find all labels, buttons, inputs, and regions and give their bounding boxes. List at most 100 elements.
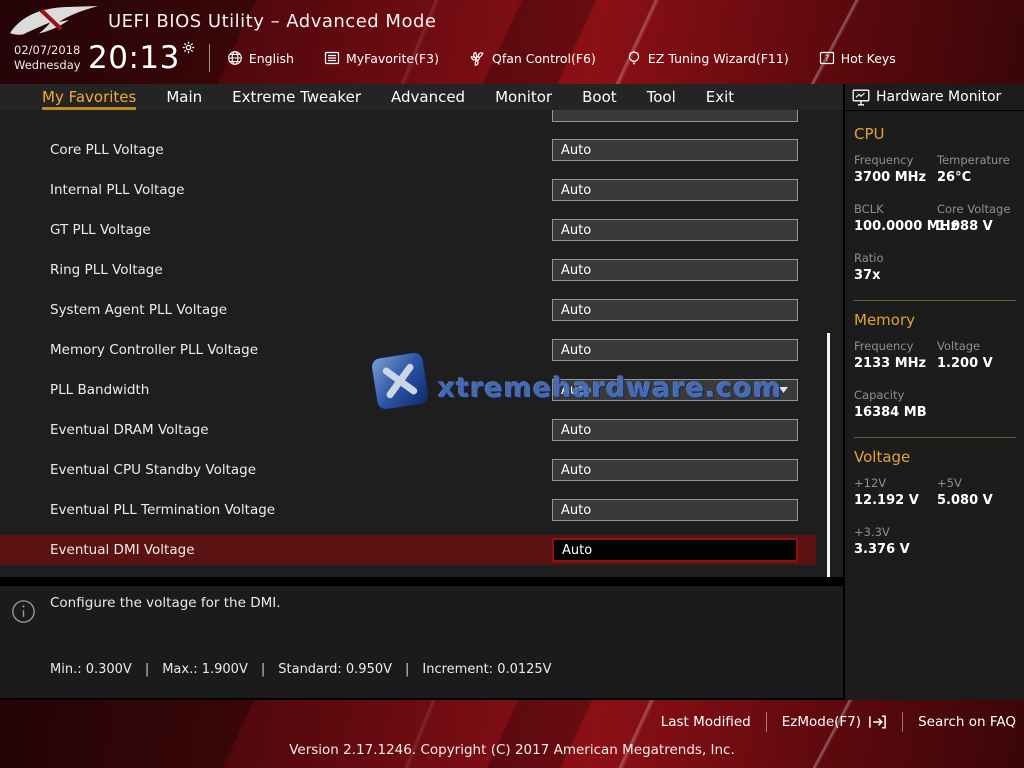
setting-row-eventual-dram-voltage[interactable]: Eventual DRAM VoltageAuto xyxy=(0,410,843,450)
setting-value: Auto xyxy=(561,343,591,358)
separator: | xyxy=(405,662,409,677)
setting-row-pll-bandwidth[interactable]: PLL BandwidthAuto xyxy=(0,370,843,410)
header-toolbar: English MyFavorite(F3) Qfan Control(F6) EZ … xyxy=(227,50,896,67)
hw-sections: CPUFrequency3700 MHzTemperature26°CBCLK1… xyxy=(845,111,1024,557)
settings-list: Core PLL VoltageAutoInternal PLL Voltage… xyxy=(0,110,843,570)
hw-field-value: 37x xyxy=(854,268,937,283)
hw-field-value: 12.192 V xyxy=(854,493,937,508)
hw-field-label: +3.3V xyxy=(854,525,937,539)
tab-label: Exit xyxy=(706,88,734,106)
hw-field-ratio: Ratio 37x xyxy=(854,251,937,283)
setting-input[interactable]: Auto xyxy=(552,499,798,521)
header: UEFI BIOS Utility – Advanced Mode 02/07/… xyxy=(0,0,1024,84)
footer: Last ModifiedEzMode(F7)Search on FAQ Ver… xyxy=(0,700,1024,768)
setting-input[interactable]: Auto xyxy=(552,219,798,241)
toolbar-item-ez-tuning-wizard-f11[interactable]: EZ Tuning Wizard(F11) xyxy=(626,50,789,67)
footer-item-last-modified[interactable]: Last Modified xyxy=(661,714,751,730)
toolbar-item-myfavorite-f3[interactable]: MyFavorite(F3) xyxy=(324,50,439,66)
hw-field-label: Temperature xyxy=(937,153,1016,167)
tab-advanced[interactable]: Advanced xyxy=(391,84,465,110)
tab-label: Advanced xyxy=(391,88,465,106)
section-divider xyxy=(854,300,1016,301)
setting-value: Auto xyxy=(562,543,592,558)
setting-value: Auto xyxy=(561,503,591,518)
tab-my-favorites[interactable]: My Favorites xyxy=(42,84,136,110)
toolbar-item-label: English xyxy=(249,51,294,66)
setting-input[interactable]: Auto xyxy=(552,538,798,562)
setting-input[interactable]: Auto xyxy=(552,419,798,441)
bios-title: UEFI BIOS Utility – Advanced Mode xyxy=(108,11,436,32)
tab-main[interactable]: Main xyxy=(166,84,202,110)
setting-value: Auto xyxy=(561,263,591,278)
hw-field-frequency: Frequency2133 MHz xyxy=(854,339,937,371)
setting-row-eventual-pll-termination-voltage[interactable]: Eventual PLL Termination Voltage Auto xyxy=(0,490,843,530)
setting-dropdown[interactable]: Auto xyxy=(552,379,798,401)
hw-field-label: Frequency xyxy=(854,153,937,167)
toolbar-item-label: Hot Keys xyxy=(841,51,896,66)
setting-label: Eventual PLL Termination Voltage xyxy=(50,502,275,518)
setting-row-gt-pll-voltage[interactable]: GT PLL Voltage Auto xyxy=(0,210,843,250)
toolbar-item-english[interactable]: English xyxy=(227,50,294,66)
section-divider xyxy=(854,437,1016,438)
footer-item-ezmode-f7[interactable]: EzMode(F7) xyxy=(782,714,887,730)
hardware-monitor-panel: Hardware Monitor CPU Frequency 3700 MHzTem… xyxy=(845,84,1024,700)
tab-exit[interactable]: Exit xyxy=(706,84,734,110)
hardware-monitor-title: Hardware Monitor xyxy=(876,89,1001,105)
setting-label: GT PLL Voltage xyxy=(50,222,151,238)
setting-row-system-agent-pll-voltage[interactable]: System Agent PLL VoltageAuto xyxy=(0,290,843,330)
toolbar-item-label: EZ Tuning Wizard(F11) xyxy=(648,51,789,66)
toolbar-item-hot-keys[interactable]: ? Hot Keys xyxy=(819,50,896,66)
hw-field-voltage: Voltage1.200 V xyxy=(937,339,1016,371)
toolbar-item-qfan-control-f6[interactable]: Qfan Control(F6) xyxy=(469,50,596,67)
hw-section-title-voltage: Voltage xyxy=(854,448,1016,466)
hw-field-label: Ratio xyxy=(854,251,937,265)
hw-field-value: 1.200 V xyxy=(937,356,1016,371)
setting-input[interactable]: Auto xyxy=(552,179,798,201)
setting-label: Eventual CPU Standby Voltage xyxy=(50,462,256,478)
setting-row-memory-controller-pll-voltage[interactable]: Memory Controller PLL VoltageAuto xyxy=(0,330,843,370)
setting-row-eventual-cpu-standby-voltage[interactable]: Eventual CPU Standby Voltage Auto xyxy=(0,450,843,490)
tab-tool[interactable]: Tool xyxy=(647,84,676,110)
setting-label: Ring PLL Voltage xyxy=(50,262,163,278)
hw-group: Ratio 37x xyxy=(854,251,1016,283)
myfavorite-icon xyxy=(324,50,340,66)
hw-field-3-3v: +3.3V3.376 V xyxy=(854,525,937,557)
setting-input[interactable]: Auto xyxy=(552,259,798,281)
setting-input[interactable]: Auto xyxy=(552,299,798,321)
tab-label: My Favorites xyxy=(42,88,136,106)
setting-input[interactable]: Auto xyxy=(552,459,798,481)
setting-value: Auto xyxy=(561,463,591,478)
gear-icon[interactable] xyxy=(182,41,195,54)
tab-label: Boot xyxy=(582,88,617,106)
tab-monitor[interactable]: Monitor xyxy=(495,84,552,110)
value-limits: Min.: 0.300V|Max.: 1.900V|Standard: 0.95… xyxy=(50,662,552,677)
setting-value: Auto xyxy=(561,303,591,318)
ezmode-icon xyxy=(868,714,887,730)
time-text: 20:13 xyxy=(88,40,180,76)
setting-row-core-pll-voltage[interactable]: Core PLL VoltageAuto xyxy=(0,130,843,170)
settings-panel: Core PLL VoltageAutoInternal PLL Voltage… xyxy=(0,110,843,577)
hw-field-12v: +12V12.192 V xyxy=(854,476,937,508)
limit-segment: Min.: 0.300V xyxy=(50,662,132,677)
globe-icon xyxy=(227,50,243,66)
tab-boot[interactable]: Boot xyxy=(582,84,617,110)
footer-item-label: Last Modified xyxy=(661,714,751,730)
setting-row-ring-pll-voltage[interactable]: Ring PLL Voltage Auto xyxy=(0,250,843,290)
hw-section-title-cpu: CPU xyxy=(854,125,1016,143)
tab-extreme-tweaker[interactable]: Extreme Tweaker xyxy=(232,84,361,110)
footer-item-search-on-faq[interactable]: Search on FAQ xyxy=(918,714,1016,730)
date-block[interactable]: 02/07/2018 Wednesday xyxy=(14,43,88,73)
setting-row-eventual-dmi-voltage[interactable]: Eventual DMI VoltageAuto xyxy=(0,530,843,570)
hardware-monitor-header: Hardware Monitor xyxy=(845,84,1024,111)
setting-row-internal-pll-voltage[interactable]: Internal PLL VoltageAuto xyxy=(0,170,843,210)
hw-field-core-voltage: Core Voltage1.088 V xyxy=(937,202,1016,234)
hw-group: Capacity16384 MB xyxy=(854,388,1016,420)
qfan-icon xyxy=(469,50,486,67)
hw-group: Frequency3700 MHzTemperature26°C xyxy=(854,153,1016,185)
svg-text:?: ? xyxy=(824,54,829,64)
setting-input[interactable]: Auto xyxy=(552,339,798,361)
setting-input[interactable]: Auto xyxy=(552,139,798,161)
scrollbar-thumb[interactable] xyxy=(827,333,830,577)
hw-field-value: 3700 MHz xyxy=(854,170,937,185)
hw-field-value: 5.080 V xyxy=(937,493,1016,508)
